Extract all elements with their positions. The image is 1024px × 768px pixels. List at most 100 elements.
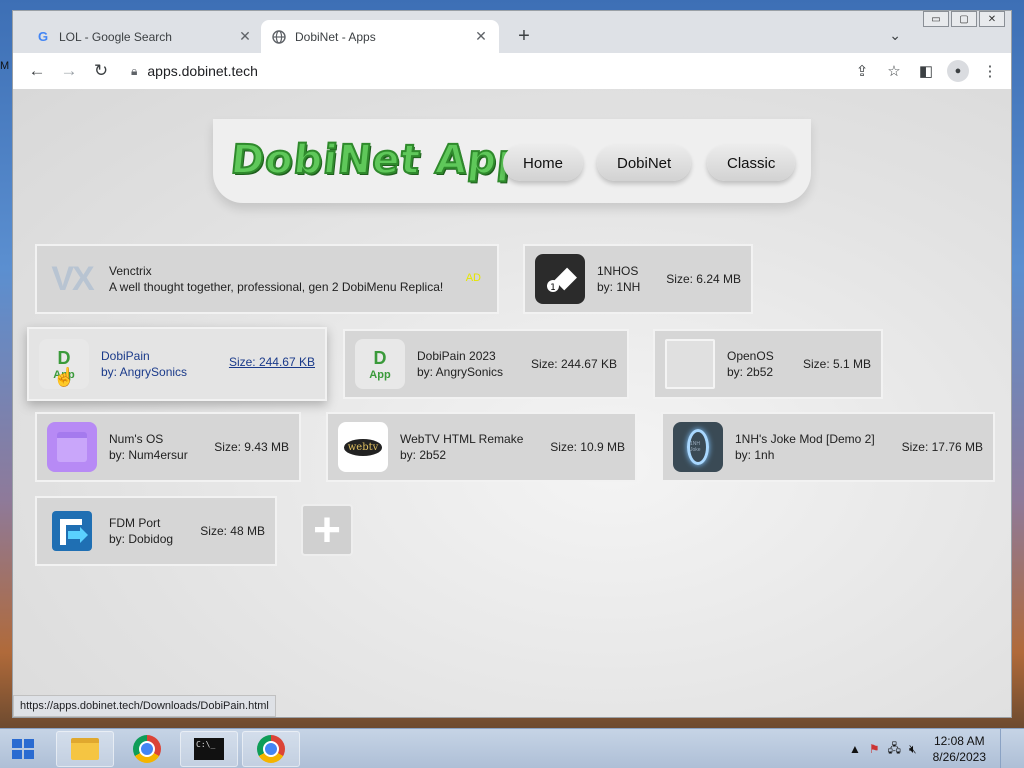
chrome-icon xyxy=(133,735,161,763)
taskbar-file-explorer[interactable] xyxy=(56,731,114,767)
maximize-button[interactable]: ▢ xyxy=(951,11,977,27)
chrome-icon xyxy=(257,735,285,763)
hand-cursor-icon: ☝ xyxy=(53,367,76,387)
app-author: by: 2b52 xyxy=(727,365,774,379)
network-icon[interactable]: 🖧︎ xyxy=(888,739,901,760)
taskbar-chrome-active[interactable] xyxy=(242,731,300,767)
clock-time: 12:08 AM xyxy=(933,734,985,748)
taskbar: C:\_ ▲ ⚑ 🖧︎ 🔇︎ 12:08 AM 8/26/2023 xyxy=(0,728,1024,768)
system-tray: ▲ ⚑ 🖧︎ 🔇︎ 12:08 AM 8/26/2023 xyxy=(849,729,1024,768)
share-icon[interactable]: ⇪ xyxy=(851,62,873,80)
app-name: FDM Port xyxy=(109,516,161,530)
status-bar-url: https://apps.dobinet.tech/Downloads/Dobi… xyxy=(13,695,276,717)
star-icon[interactable]: ☆ xyxy=(883,62,905,80)
show-hidden-icons-icon[interactable]: ▲ xyxy=(849,742,861,756)
eraser-icon: 1 xyxy=(535,254,585,304)
app-author: by: AngrySonics xyxy=(101,365,188,379)
app-name: DobiPain 2023 xyxy=(417,349,496,363)
nav-home-button[interactable]: Home xyxy=(503,145,584,181)
close-tab-icon[interactable]: ✕ xyxy=(237,28,253,45)
side-panel-icon[interactable]: ◧ xyxy=(915,62,937,80)
action-center-flag-icon[interactable]: ⚑ xyxy=(869,742,880,756)
show-desktop-button[interactable] xyxy=(1000,729,1010,768)
app-author: by: 2b52 xyxy=(400,448,447,462)
venctrix-logo-icon: VX xyxy=(51,259,94,298)
window-controls: ▭ ▢ ✕ xyxy=(923,11,1005,27)
portal-ring-icon: 1NH Joke xyxy=(673,422,723,472)
tab-dobinet-apps[interactable]: DobiNet - Apps ✕ xyxy=(261,20,499,53)
google-icon: G xyxy=(37,29,49,44)
clock[interactable]: 12:08 AM 8/26/2023 xyxy=(933,733,986,765)
app-card-nums-os[interactable]: Num's OS by: Num4ersur Size: 9.43 MB xyxy=(35,412,301,482)
app-author: by: 1NH xyxy=(597,280,641,294)
toolbar-actions: ⇪ ☆ ◧ ● ⋮ xyxy=(851,53,1001,89)
ad-badge: AD xyxy=(465,272,481,284)
nav-classic-button[interactable]: Classic xyxy=(707,145,796,181)
taskbar-command-prompt[interactable]: C:\_ xyxy=(180,731,238,767)
dobipain-2023-app-icon: D App xyxy=(355,339,405,389)
ad-card-venctrix[interactable]: VX Venctrix A well thought together, pro… xyxy=(35,244,499,314)
close-window-button[interactable]: ✕ xyxy=(979,11,1005,27)
app-card-1nh-joke-mod[interactable]: 1NH Joke 1NH's Joke Mod [Demo 2] by: 1nh… xyxy=(661,412,995,482)
taskbar-chrome-pinned[interactable] xyxy=(118,731,176,767)
app-size: Size: 17.76 MB xyxy=(901,440,983,454)
app-size: Size: 244.67 KB xyxy=(228,355,315,369)
reload-icon[interactable]: ↻ xyxy=(85,61,117,81)
lock-icon[interactable]: 🔒︎ xyxy=(131,64,137,79)
page-content: DobiNet Apps Home DobiNet Classic VX Ven… xyxy=(13,89,1011,717)
tab-google-search[interactable]: G LOL - Google Search ✕ xyxy=(25,20,263,53)
app-card-1nhos[interactable]: 1 1NHOS by: 1NH Size: 6.24 MB xyxy=(523,244,753,314)
app-author: by: AngrySonics xyxy=(417,365,504,379)
tab-strip: G LOL - Google Search ✕ DobiNet - Apps ✕… xyxy=(13,11,1011,53)
app-name: 1NHOS xyxy=(597,264,639,278)
app-size: Size: 5.1 MB xyxy=(802,357,871,371)
tab-search-chevron-icon[interactable]: ⌄ xyxy=(889,27,901,44)
app-name: OpenOS xyxy=(727,349,774,363)
address-bar[interactable]: 🔒︎ apps.dobinet.tech xyxy=(123,57,853,85)
command-prompt-icon: C:\_ xyxy=(194,738,224,760)
app-size: Size: 10.9 MB xyxy=(550,440,625,454)
app-description: A well thought together, professional, g… xyxy=(109,280,444,294)
app-author: by: Dobidog xyxy=(109,532,174,546)
browser-window: G LOL - Google Search ✕ DobiNet - Apps ✕… xyxy=(12,10,1012,718)
menu-kebab-icon[interactable]: ⋮ xyxy=(979,62,1001,80)
app-card-dobipain[interactable]: D App DobiPain by: AngrySonics Size: 244.… xyxy=(27,327,327,401)
folder-icon xyxy=(71,738,99,760)
add-app-button[interactable]: + xyxy=(301,504,353,557)
svg-text:1: 1 xyxy=(550,283,556,293)
browser-toolbar: ← → ↻ 🔒︎ apps.dobinet.tech ⇪ ☆ ◧ ● ⋮ xyxy=(13,53,1011,89)
desktop-edge-text: M xyxy=(0,60,10,72)
clock-date: 8/26/2023 xyxy=(932,750,986,764)
new-tab-button[interactable]: + xyxy=(513,25,535,48)
app-size: Size: 48 MB xyxy=(200,524,265,538)
minimize-button[interactable]: ▭ xyxy=(923,11,949,27)
app-author: by: 1nh xyxy=(735,448,775,462)
back-arrow-icon[interactable]: ← xyxy=(21,61,53,81)
app-card-openos[interactable]: OpenOS by: 2b52 Size: 5.1 MB xyxy=(653,329,883,399)
forward-arrow-icon[interactable]: → xyxy=(53,61,85,81)
purple-folder-icon xyxy=(47,422,97,472)
app-name: WebTV HTML Remake xyxy=(400,432,524,446)
app-size: Size: 6.24 MB xyxy=(666,272,741,286)
webtv-logo-icon: webtv xyxy=(338,422,388,472)
app-name: DobiPain xyxy=(101,349,150,363)
app-card-webtv-html-remake[interactable]: webtv WebTV HTML Remake by: 2b52 Size: 1… xyxy=(326,412,637,482)
app-size: Size: 9.43 MB xyxy=(214,440,289,454)
tab-title: LOL - Google Search xyxy=(59,29,172,44)
app-card-fdm-port[interactable]: FDM Port by: Dobidog Size: 48 MB xyxy=(35,496,277,566)
globe-icon xyxy=(271,29,287,45)
volume-muted-icon[interactable]: 🔇︎ xyxy=(909,742,917,757)
app-card-dobipain-2023[interactable]: D App DobiPain 2023 by: AngrySonics Size:… xyxy=(343,329,629,399)
app-name: Num's OS xyxy=(109,432,164,446)
profile-avatar-icon[interactable]: ● xyxy=(947,60,969,82)
windows-start-icon[interactable] xyxy=(8,735,38,763)
close-tab-icon[interactable]: ✕ xyxy=(473,28,489,45)
nav-dobinet-button[interactable]: DobiNet xyxy=(597,145,692,181)
app-name: Venctrix xyxy=(109,264,152,278)
window-icon xyxy=(665,339,715,389)
fdm-logo-icon xyxy=(47,506,97,556)
app-size: Size: 244.67 KB xyxy=(530,357,617,371)
address-url: apps.dobinet.tech xyxy=(147,63,258,79)
tab-title: DobiNet - Apps xyxy=(295,29,376,44)
app-author: by: Num4ersur xyxy=(109,448,188,462)
